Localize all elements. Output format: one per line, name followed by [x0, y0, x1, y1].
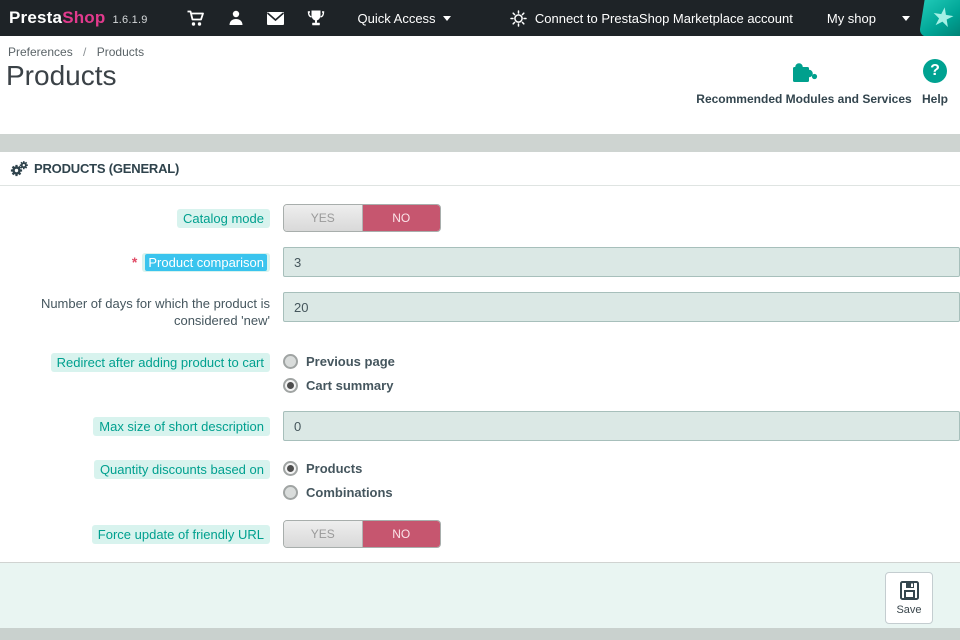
product-comparison-input[interactable] — [283, 247, 960, 277]
catalog-mode-label: Catalog mode — [177, 209, 270, 228]
puzzle-icon — [692, 56, 916, 86]
product-comparison-row: * Product comparison — [0, 247, 960, 277]
breadcrumb: Preferences / Products — [8, 45, 144, 59]
user-icon[interactable] — [216, 0, 256, 36]
radio-unchecked-icon[interactable] — [283, 354, 298, 369]
toolbar-spacer — [0, 134, 960, 152]
save-button[interactable]: Save — [885, 572, 933, 624]
products-general-panel: PRODUCTS (GENERAL) Catalog mode YES NO *… — [0, 152, 960, 628]
catalog-mode-row: Catalog mode YES NO — [0, 204, 960, 232]
help-label: Help — [912, 92, 958, 106]
panel-footer: Save — [0, 562, 960, 628]
quantity-option-combinations[interactable]: Combinations — [283, 483, 960, 501]
help-button[interactable]: ? Help — [912, 56, 958, 106]
max-short-description-row: Max size of short description — [0, 411, 960, 441]
radio-checked-icon[interactable] — [283, 378, 298, 393]
quick-access-menu[interactable]: Quick Access — [358, 11, 451, 26]
redirect-row: Redirect after adding product to cart Pr… — [0, 352, 960, 400]
version-label: 1.6.1.9 — [112, 14, 147, 26]
floppy-disk-icon — [899, 580, 920, 601]
friendly-url-toggle: YES NO — [283, 520, 441, 548]
connect-icon — [510, 10, 527, 27]
quantity-option-products[interactable]: Products — [283, 459, 960, 477]
quick-access-label: Quick Access — [358, 11, 436, 26]
redirect-option-previous[interactable]: Previous page — [283, 352, 960, 370]
redirect-option-cart[interactable]: Cart summary — [283, 376, 960, 394]
save-button-label: Save — [896, 604, 921, 616]
marketplace-label: Connect to PrestaShop Marketplace accoun… — [535, 11, 793, 26]
marketplace-link[interactable]: Connect to PrestaShop Marketplace accoun… — [510, 10, 793, 27]
friendly-url-yes-button[interactable]: YES — [284, 521, 363, 547]
help-icon: ? — [912, 56, 958, 86]
page-header: Preferences / Products Products Recommen… — [0, 36, 960, 134]
brand-shop: Shop — [62, 8, 105, 28]
radio-checked-icon[interactable] — [283, 461, 298, 476]
friendly-url-label: Force update of friendly URL — [92, 525, 270, 544]
trophy-icon[interactable] — [296, 0, 336, 36]
redirect-label: Redirect after adding product to cart — [51, 353, 270, 372]
star-icon: ★ — [929, 3, 956, 32]
quantity-discounts-label: Quantity discounts based on — [94, 460, 270, 479]
max-short-description-input[interactable] — [283, 411, 960, 441]
breadcrumb-separator: / — [83, 45, 86, 59]
recommended-modules-button[interactable]: Recommended Modules and Services — [692, 56, 916, 106]
recommended-modules-label: Recommended Modules and Services — [692, 92, 916, 106]
my-shop-link[interactable]: My shop — [827, 11, 876, 26]
days-new-label: Number of days for which the product is … — [12, 292, 270, 329]
required-asterisk: * — [132, 254, 137, 270]
friendly-url-row: Force update of friendly URL YES NO — [0, 520, 960, 548]
days-new-row: Number of days for which the product is … — [0, 292, 960, 336]
panel-heading: PRODUCTS (GENERAL) — [0, 152, 960, 186]
breadcrumb-products[interactable]: Products — [97, 45, 144, 59]
brand-presta: Presta — [9, 8, 62, 28]
page-title: Products — [6, 60, 117, 92]
gears-icon — [10, 161, 28, 177]
max-short-description-label: Max size of short description — [93, 417, 270, 436]
breadcrumb-preferences[interactable]: Preferences — [8, 45, 73, 59]
radio-unchecked-icon[interactable] — [283, 485, 298, 500]
panel-heading-label: PRODUCTS (GENERAL) — [34, 161, 179, 176]
prestashop-admin: PrestaShop 1.6.1.9 Quick Access Connect … — [0, 0, 960, 640]
shop-dropdown-caret-icon[interactable] — [902, 16, 910, 21]
my-shop-label: My shop — [827, 11, 876, 26]
quantity-discounts-row: Quantity discounts based on Products Com… — [0, 459, 960, 507]
cart-icon[interactable] — [176, 0, 216, 36]
mail-icon[interactable] — [256, 0, 296, 36]
topbar: PrestaShop 1.6.1.9 Quick Access Connect … — [0, 0, 960, 36]
days-new-input[interactable] — [283, 292, 960, 322]
catalog-mode-toggle: YES NO — [283, 204, 441, 232]
chevron-down-icon — [443, 16, 451, 21]
catalog-mode-yes-button[interactable]: YES — [284, 205, 363, 231]
topbar-icons — [176, 0, 336, 36]
friendly-url-no-button[interactable]: NO — [363, 521, 441, 547]
product-comparison-label: Product comparison — [142, 253, 270, 272]
catalog-mode-no-button[interactable]: NO — [363, 205, 441, 231]
prestashop-logo[interactable]: PrestaShop 1.6.1.9 — [9, 8, 148, 28]
